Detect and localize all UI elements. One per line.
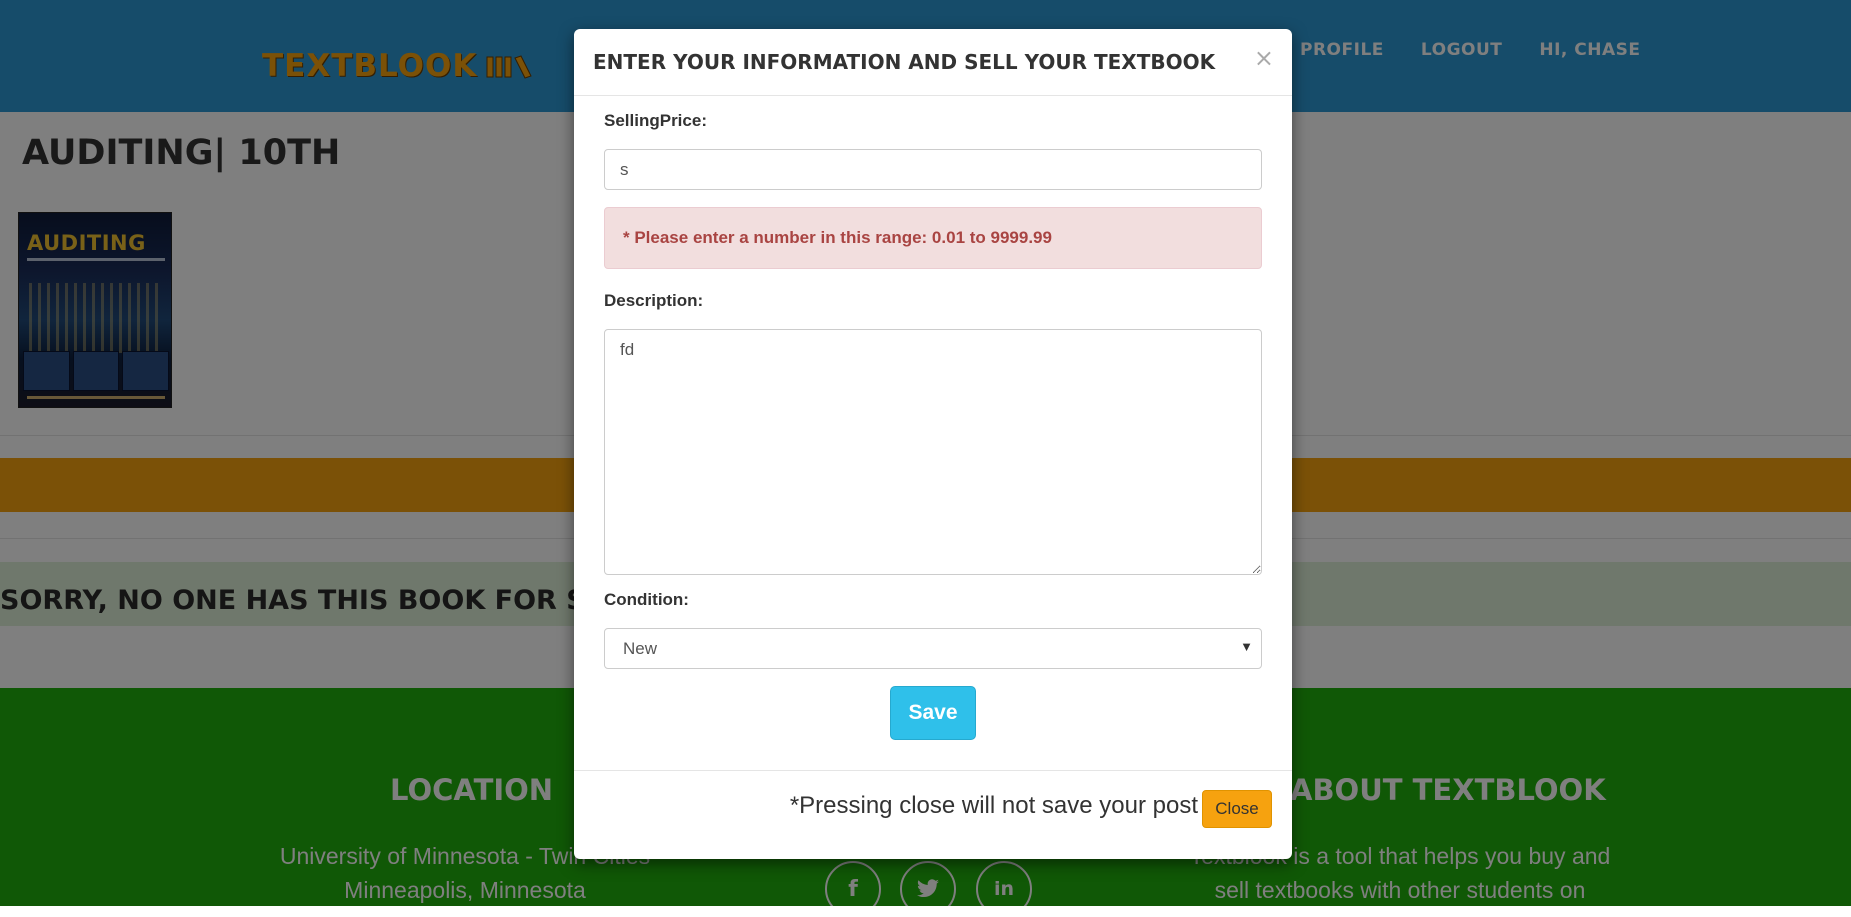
- condition-select[interactable]: New ▼: [604, 628, 1262, 669]
- close-button[interactable]: Close: [1202, 790, 1272, 828]
- description-textarea[interactable]: fd: [604, 329, 1262, 575]
- modal-header: ENTER YOUR INFORMATION AND SELL YOUR TEX…: [574, 29, 1292, 96]
- save-button[interactable]: Save: [890, 686, 976, 740]
- price-error-alert: * Please enter a number in this range: 0…: [604, 207, 1262, 269]
- price-error-text: * Please enter a number in this range: 0…: [623, 228, 1052, 247]
- close-icon[interactable]: ×: [1254, 44, 1274, 72]
- condition-selected-value: New: [623, 638, 658, 658]
- chevron-down-icon: ▼: [1240, 639, 1253, 654]
- close-warning-note: *Pressing close will not save your post: [789, 792, 1198, 819]
- description-label: Description:: [604, 291, 704, 310]
- selling-price-input[interactable]: [604, 149, 1262, 190]
- condition-label: Condition:: [604, 590, 689, 609]
- modal-footer-divider: [574, 770, 1292, 771]
- modal-title: ENTER YOUR INFORMATION AND SELL YOUR TEX…: [593, 50, 1216, 74]
- sell-textbook-modal: ENTER YOUR INFORMATION AND SELL YOUR TEX…: [574, 29, 1292, 859]
- price-label: SellingPrice:: [604, 111, 707, 130]
